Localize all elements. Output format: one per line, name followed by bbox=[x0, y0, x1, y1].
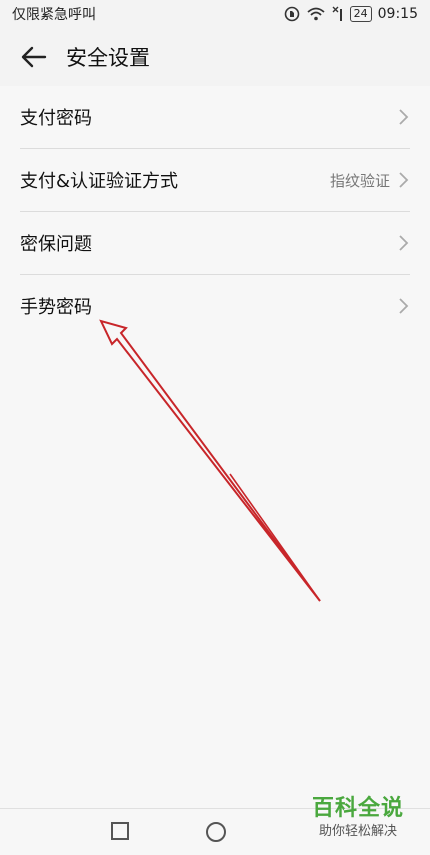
status-icons: 24 09:15 bbox=[284, 6, 418, 22]
settings-item-label: 支付&认证验证方式 bbox=[20, 171, 179, 192]
chevron-right-icon bbox=[399, 298, 409, 314]
settings-item-label: 手势密码 bbox=[20, 297, 92, 318]
carrier-text: 仅限紧急呼叫 bbox=[12, 7, 96, 23]
chevron-right-icon bbox=[399, 109, 409, 125]
clock: 09:15 bbox=[377, 6, 418, 22]
chevron-right-icon bbox=[399, 172, 409, 188]
recent-apps-icon[interactable] bbox=[111, 822, 129, 840]
settings-item-label: 密保问题 bbox=[20, 234, 92, 255]
back-arrow-icon bbox=[21, 46, 47, 68]
signal-icon bbox=[332, 6, 342, 21]
home-icon[interactable] bbox=[206, 822, 226, 842]
back-button[interactable] bbox=[18, 41, 50, 73]
battery-icon: 24 bbox=[349, 6, 372, 22]
settings-item-gesture-password[interactable]: 手势密码 bbox=[20, 275, 410, 337]
settings-item-label: 支付密码 bbox=[20, 108, 92, 129]
sim-icon bbox=[284, 6, 299, 22]
watermark-title: 百科全说 bbox=[311, 796, 404, 821]
watermark-logo: 百科全说 助你轻松解决 bbox=[300, 795, 416, 847]
page-title: 安全设置 bbox=[66, 46, 150, 70]
chevron-right-icon bbox=[399, 235, 409, 251]
watermark-subtitle: 助你轻松解决 bbox=[318, 824, 397, 839]
app-bar: 安全设置 bbox=[0, 28, 430, 86]
settings-list: 支付密码 支付&认证验证方式 指纹验证 密保问题 手势密码 bbox=[0, 86, 430, 337]
settings-item-value: 指纹验证 bbox=[329, 171, 390, 190]
settings-item-payment-password[interactable]: 支付密码 bbox=[20, 86, 410, 149]
settings-item-auth-method[interactable]: 支付&认证验证方式 指纹验证 bbox=[20, 149, 410, 212]
wifi-icon bbox=[307, 7, 325, 21]
status-bar: 仅限紧急呼叫 24 09:15 bbox=[0, 0, 430, 28]
settings-item-security-questions[interactable]: 密保问题 bbox=[20, 212, 410, 275]
